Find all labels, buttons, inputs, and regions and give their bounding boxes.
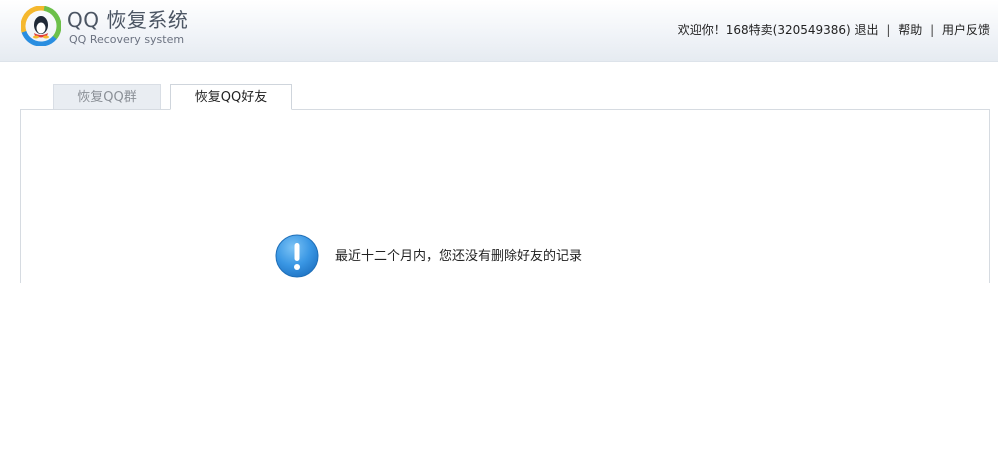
feedback-link[interactable]: 用户反馈	[942, 23, 990, 37]
brand-subtitle: QQ Recovery system	[69, 33, 185, 46]
content-panel: 最近十二个月内，您还没有删除好友的记录	[20, 109, 990, 283]
separator: |	[930, 23, 935, 37]
empty-state-message: 最近十二个月内，您还没有删除好友的记录	[335, 249, 583, 264]
logout-link[interactable]: 退出	[855, 23, 879, 37]
welcome-text: 欢迎你！168特卖(320549386)	[677, 23, 851, 37]
tab-recover-qq-friends[interactable]: 恢复QQ好友	[170, 84, 292, 110]
help-link[interactable]: 帮助	[898, 23, 922, 37]
info-icon	[275, 234, 319, 278]
tab-recover-qq-group[interactable]: 恢复QQ群	[53, 84, 161, 109]
brand-title: QQ 恢复系统	[67, 8, 189, 32]
user-bar: 欢迎你！168特卖(320549386) 退出 | 帮助 | 用户反馈	[678, 22, 990, 38]
qq-logo-icon	[21, 6, 61, 46]
top-header: QQ 恢复系统 QQ Recovery system 欢迎你！168特卖(320…	[0, 0, 998, 62]
separator: |	[886, 23, 891, 37]
